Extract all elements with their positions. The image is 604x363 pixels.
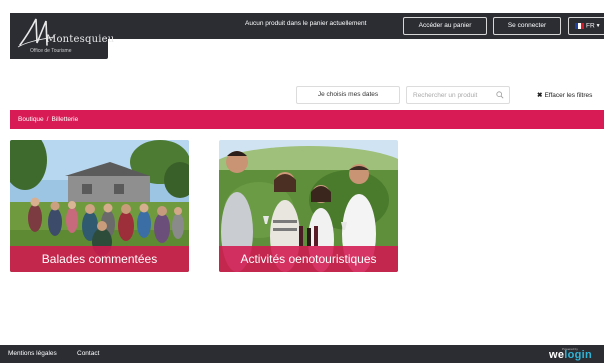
- go-to-cart-button[interactable]: Accéder au panier: [403, 17, 487, 35]
- welogin-logo-part2: login: [564, 349, 593, 361]
- choose-dates-button[interactable]: Je choisis mes dates: [296, 86, 400, 104]
- clear-filters-label: Effacer les filtres: [544, 92, 593, 99]
- breadcrumb-item-billetterie[interactable]: Billetterie: [51, 116, 78, 123]
- clear-filters-button[interactable]: ✖ Effacer les filtres: [537, 91, 592, 99]
- card-title: Activités oenotouristiques: [219, 246, 398, 272]
- login-button[interactable]: Se connecter: [493, 17, 561, 35]
- breadcrumb-separator: /: [46, 116, 49, 123]
- logo[interactable]: Montesquieu Office de Tourisme: [10, 13, 114, 59]
- welogin-logo-part1: we: [549, 349, 565, 361]
- product-search: [406, 86, 510, 104]
- card-title: Balades commentées: [10, 246, 189, 272]
- language-code: FR: [586, 22, 595, 30]
- search-icon[interactable]: [496, 91, 504, 99]
- france-flag-icon: [575, 23, 584, 29]
- search-input[interactable]: [407, 87, 495, 103]
- breadcrumb: Boutique / Billetterie: [10, 110, 604, 129]
- logo-subtitle: Office de Tourisme: [30, 48, 72, 54]
- cart-status-message: Aucun produit dans le panier actuellemen…: [245, 20, 367, 27]
- welogin-logo[interactable]: welogin: [549, 349, 592, 361]
- product-card-guided-walks[interactable]: Balades commentées: [10, 140, 189, 272]
- language-selector[interactable]: FR▼: [568, 17, 604, 35]
- logo-name: Montesquieu: [46, 34, 115, 45]
- footer-link-legal[interactable]: Mentions légales: [8, 350, 57, 357]
- product-card-wine-tourism[interactable]: Activités oenotouristiques: [219, 140, 398, 272]
- close-icon: ✖: [537, 92, 543, 99]
- page: Montesquieu Office de Tourisme Aucun pro…: [0, 0, 604, 363]
- chevron-down-icon: ▼: [595, 23, 601, 29]
- footer-link-contact[interactable]: Contact: [77, 350, 99, 357]
- footer: Mentions légales Contact Powered by welo…: [0, 345, 604, 363]
- breadcrumb-item-boutique[interactable]: Boutique: [18, 116, 44, 123]
